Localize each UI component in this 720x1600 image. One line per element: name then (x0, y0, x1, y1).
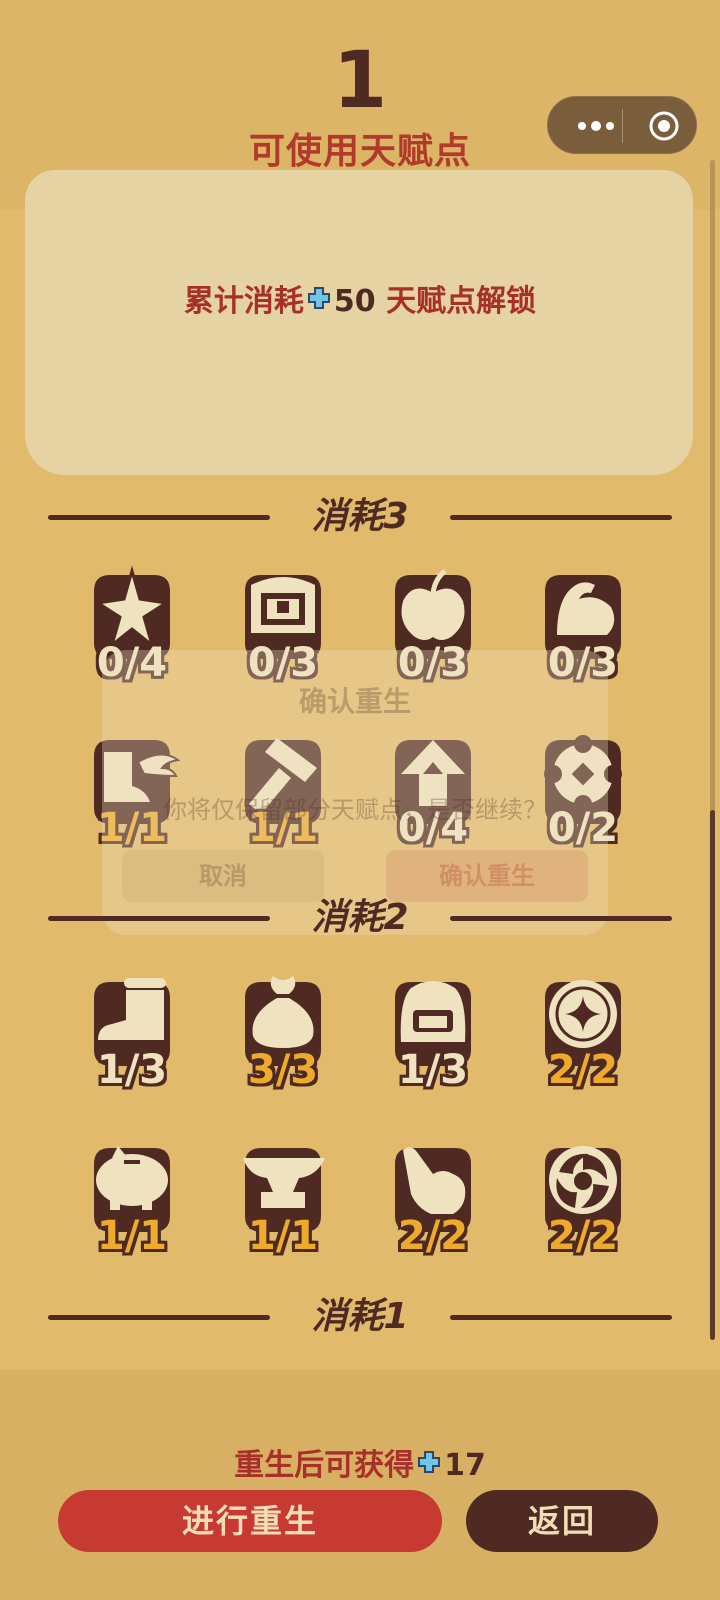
talent-coin[interactable]: 2/2 (528, 962, 638, 1102)
footer-band (0, 1370, 720, 1600)
reward-prefix: 重生后可获得 (234, 1448, 415, 1483)
dialog-cancel-button[interactable]: 取消 (122, 850, 324, 902)
unlock-suffix: 天赋点解锁 (386, 284, 537, 319)
close-target-icon[interactable] (648, 110, 680, 142)
capsule-divider (622, 109, 623, 143)
tier-title: 消耗1 (311, 1296, 409, 1337)
talent-piggy-bank[interactable]: 1/1 (77, 1128, 187, 1268)
talent-level: 2/2 (397, 1213, 469, 1259)
talent-level: 1/1 (96, 1213, 168, 1259)
unlock-requirement: 累计消耗 50 天赋点解锁 (0, 276, 720, 320)
tier-title: 消耗3 (311, 496, 409, 537)
talent-level: 2/2 (547, 1213, 619, 1259)
unlock-amount: 50 (333, 284, 376, 319)
talent-level: 1/3 (397, 1047, 469, 1093)
talent-level: 1/1 (247, 1213, 319, 1259)
talent-money-bag[interactable]: 3/3 (228, 962, 338, 1102)
tier-title: 消耗2 (311, 897, 409, 938)
rebirth-confirm-dialog: 确认重生 你将仅保留部分天赋点，是否继续？ 取消 确认重生 (102, 650, 608, 935)
unlock-panel (25, 170, 693, 475)
talent-point-icon (307, 282, 330, 309)
scrollbar-thumb[interactable] (710, 810, 715, 1340)
back-button[interactable]: 返回 (466, 1490, 658, 1552)
talent-level: 1/3 (96, 1047, 168, 1093)
talent-pointing-hand[interactable]: 2/2 (378, 1128, 488, 1268)
dialog-message: 你将仅保留部分天赋点，是否继续？ (163, 796, 547, 824)
unlock-prefix: 累计消耗 (183, 284, 304, 319)
tier-divider-1: 消耗1 (48, 1297, 672, 1337)
talent-level: 3/3 (247, 1047, 319, 1093)
talent-boot[interactable]: 1/3 (77, 962, 187, 1102)
rebirth-reward: 重生后可获得 17 (0, 1440, 720, 1484)
miniprogram-capsule (547, 96, 697, 154)
talent-anvil[interactable]: 1/1 (228, 1128, 338, 1268)
talent-backpack[interactable]: 1/3 (378, 962, 488, 1102)
tier-divider-2: 消耗2 (48, 898, 672, 938)
more-menu-icon[interactable] (566, 111, 626, 141)
dialog-confirm-button[interactable]: 确认重生 (386, 850, 588, 902)
rebirth-button[interactable]: 进行重生 (58, 1490, 442, 1552)
talent-level: 2/2 (547, 1047, 619, 1093)
tier-divider-3: 消耗3 (48, 497, 672, 537)
dialog-title: 确认重生 (298, 685, 411, 718)
reward-amount: 17 (444, 1448, 486, 1483)
talent-swirl-portal[interactable]: 2/2 (528, 1128, 638, 1268)
talent-point-icon (418, 1446, 441, 1473)
